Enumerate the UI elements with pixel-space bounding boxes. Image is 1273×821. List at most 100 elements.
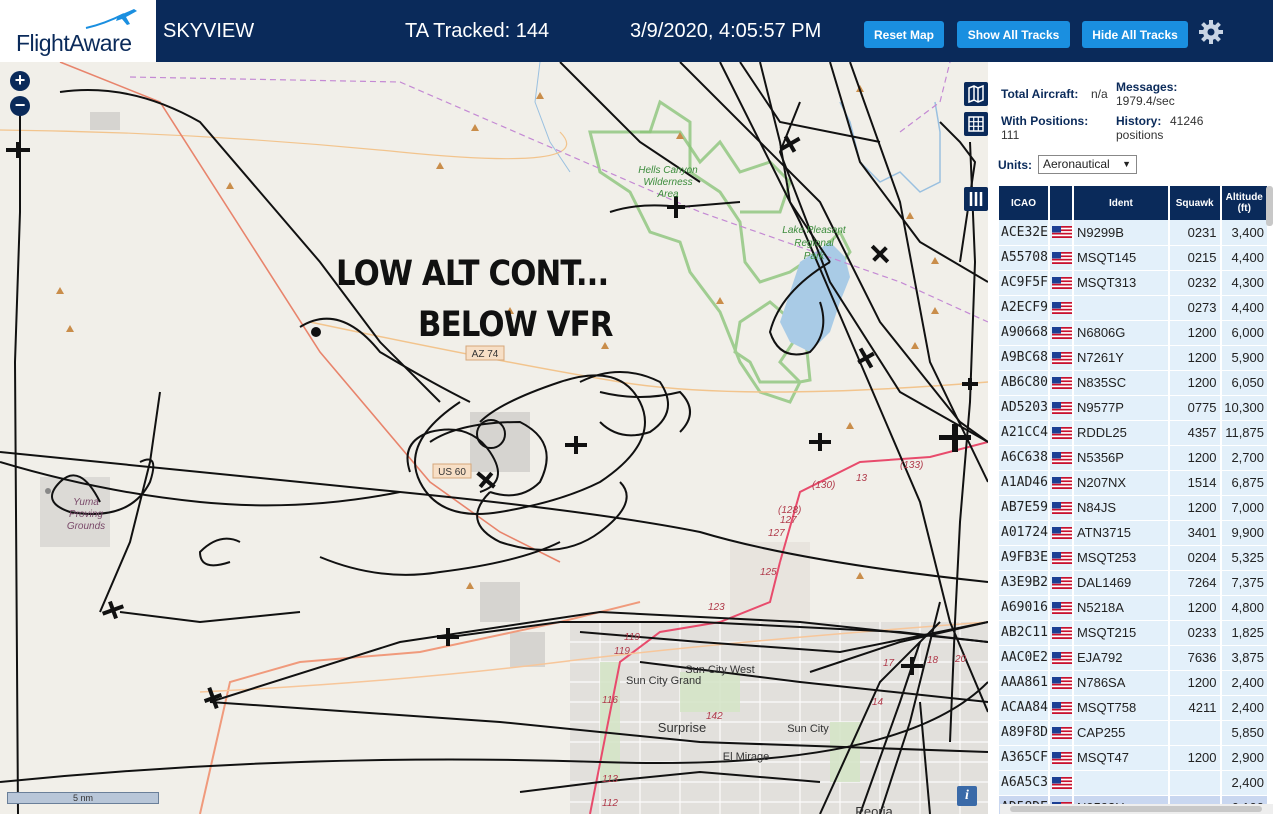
map-layers-button[interactable] [964, 82, 988, 106]
table-row[interactable]: A01724 ATN3715 3401 9,900 [999, 520, 1270, 546]
table-row[interactable]: AB7E59 N84JS 1200 7,000 [999, 495, 1270, 521]
cell-squawk: 1200 [1168, 370, 1222, 396]
us-flag-icon [1051, 251, 1072, 264]
table-row[interactable]: A55708 MSQT145 0215 4,400 [999, 245, 1270, 271]
table-row[interactable]: AAA861 N786SA 1200 2,400 [999, 670, 1270, 696]
panel-vertical-scrollbar[interactable] [1266, 186, 1273, 226]
map-view[interactable]: Hells Canyon Wilderness Area Lake Pleasa… [0, 62, 988, 814]
table-row[interactable]: A90668 N6806G 1200 6,000 [999, 320, 1270, 346]
cell-flag [1048, 270, 1074, 296]
cell-squawk: 1200 [1168, 345, 1222, 371]
tracked-count: TA Tracked: 144 [405, 20, 550, 42]
cell-ident [1072, 295, 1170, 321]
cell-altitude: 2,400 [1220, 695, 1270, 721]
cell-altitude: 3,875 [1220, 645, 1270, 671]
with-positions-value: 111 [1001, 128, 1020, 142]
table-row[interactable]: AB6C80 N835SC 1200 6,050 [999, 370, 1270, 396]
gear-icon[interactable] [1198, 19, 1224, 45]
label-yuma-2: Proving [69, 509, 103, 520]
table-row[interactable]: A2ECF9 0273 4,400 [999, 295, 1270, 321]
units-selected-value: Aeronautical [1043, 157, 1110, 171]
cell-flag [1048, 520, 1074, 546]
cell-ident: MSQT145 [1072, 245, 1170, 271]
table-row[interactable]: A21CC4 RDDL25 4357 11,875 [999, 420, 1270, 446]
map-canvas[interactable]: Hells Canyon Wilderness Area Lake Pleasa… [0, 62, 988, 814]
table-row[interactable]: ACE32E N9299B 0231 3,400 [999, 220, 1270, 246]
col-flag[interactable] [1048, 186, 1074, 220]
cell-squawk: 0231 [1168, 220, 1222, 246]
table-row[interactable]: AAC0E2 EJA792 7636 3,875 [999, 645, 1270, 671]
cell-flag [1048, 320, 1074, 346]
annotation-line-1: LOW ALT CONT... [336, 254, 609, 294]
label-r13: 13 [856, 473, 868, 484]
cell-icao: ACAA84 [999, 695, 1050, 721]
table-row[interactable]: A89F8D CAP255 5,850 [999, 720, 1270, 746]
us-flag-icon [1051, 426, 1072, 439]
cell-icao: A3E9B2 [999, 570, 1050, 596]
table-row[interactable]: AD5203 N9577P 0775 10,300 [999, 395, 1270, 421]
label-r17: 17 [883, 658, 895, 669]
label-lake-pleasant-3: Park [804, 251, 826, 262]
label-sun-city-grand: Sun City Grand [626, 675, 701, 687]
label-r133: (133) [900, 460, 923, 471]
table-row[interactable]: A365CF MSQT47 1200 2,900 [999, 745, 1270, 771]
col-squawk[interactable]: Squawk [1168, 186, 1222, 220]
table-row[interactable]: A69016 N5218A 1200 4,800 [999, 595, 1270, 621]
history-unit: positions [1116, 128, 1164, 142]
label-az74: AZ 74 [472, 349, 499, 360]
cell-ident: MSQT253 [1072, 545, 1170, 571]
table-row[interactable]: AB2C11 MSQT215 0233 1,825 [999, 620, 1270, 646]
cell-altitude: 2,400 [1220, 770, 1270, 796]
hide-all-tracks-button[interactable]: Hide All Tracks [1082, 21, 1188, 48]
us-flag-icon [1051, 601, 1072, 614]
table-row[interactable]: A1AD46 N207NX 1514 6,875 [999, 470, 1270, 496]
cell-flag [1048, 770, 1074, 796]
table-row[interactable]: A9FB3E MSQT253 0204 5,325 [999, 545, 1270, 571]
cell-icao: ACE32E [999, 220, 1050, 246]
info-button[interactable]: i [957, 786, 977, 806]
col-altitude[interactable]: Altitude (ft) [1220, 186, 1270, 220]
show-all-tracks-button[interactable]: Show All Tracks [957, 21, 1070, 48]
table-row[interactable]: A6C638 N5356P 1200 2,700 [999, 445, 1270, 471]
label-yuma-3: Grounds [67, 521, 105, 532]
label-hells-canyon-2: Wilderness [643, 177, 692, 188]
cell-icao: A9BC68 [999, 345, 1050, 371]
cell-icao: A01724 [999, 520, 1050, 546]
table-row[interactable]: A6A5C3 2,400 [999, 770, 1270, 796]
cell-flag [1048, 220, 1074, 246]
grid-toggle-button[interactable] [964, 112, 988, 136]
col-ident[interactable]: Ident [1072, 186, 1170, 220]
col-icao[interactable]: ICAO [999, 186, 1050, 220]
cell-altitude: 2,700 [1220, 445, 1270, 471]
panel-horizontal-scrollbar-thumb[interactable] [1010, 806, 1262, 812]
cell-altitude: 4,400 [1220, 295, 1270, 321]
cell-icao: A365CF [999, 745, 1050, 771]
table-row[interactable]: AC9F5F MSQT313 0232 4,300 [999, 270, 1270, 296]
label-r127b: 127 [768, 528, 785, 539]
table-row[interactable]: A3E9B2 DAL1469 7264 7,375 [999, 570, 1270, 596]
top-bar: FlightAware SKYVIEW TA Tracked: 144 3/9/… [0, 0, 1273, 62]
zoom-in-button[interactable]: + [10, 71, 30, 91]
units-select[interactable]: Aeronautical ▼ [1038, 155, 1137, 174]
cell-ident: N9577P [1072, 395, 1170, 421]
logo-plane-icon [85, 9, 137, 29]
table-row[interactable]: ACAA84 MSQT758 4211 2,400 [999, 695, 1270, 721]
cell-squawk: 1200 [1168, 670, 1222, 696]
flightaware-logo[interactable]: FlightAware [0, 0, 158, 62]
cell-squawk: 0232 [1168, 270, 1222, 296]
history-value: 41246 [1170, 114, 1204, 128]
cell-flag [1048, 570, 1074, 596]
us-flag-icon [1051, 226, 1072, 239]
cell-squawk: 7264 [1168, 570, 1222, 596]
cell-icao: AB2C11 [999, 620, 1050, 646]
column-toggle-button[interactable] [964, 187, 988, 211]
cell-altitude: 2,900 [1220, 745, 1270, 771]
cell-ident [1072, 770, 1170, 796]
cell-icao: AB7E59 [999, 495, 1050, 521]
cell-ident: N207NX [1072, 470, 1170, 496]
reset-map-button[interactable]: Reset Map [864, 21, 944, 48]
app-title: SKYVIEW [163, 20, 255, 42]
table-row[interactable]: A9BC68 N7261Y 1200 5,900 [999, 345, 1270, 371]
zoom-out-button[interactable]: − [10, 96, 30, 116]
label-r112: 112 [602, 798, 618, 809]
